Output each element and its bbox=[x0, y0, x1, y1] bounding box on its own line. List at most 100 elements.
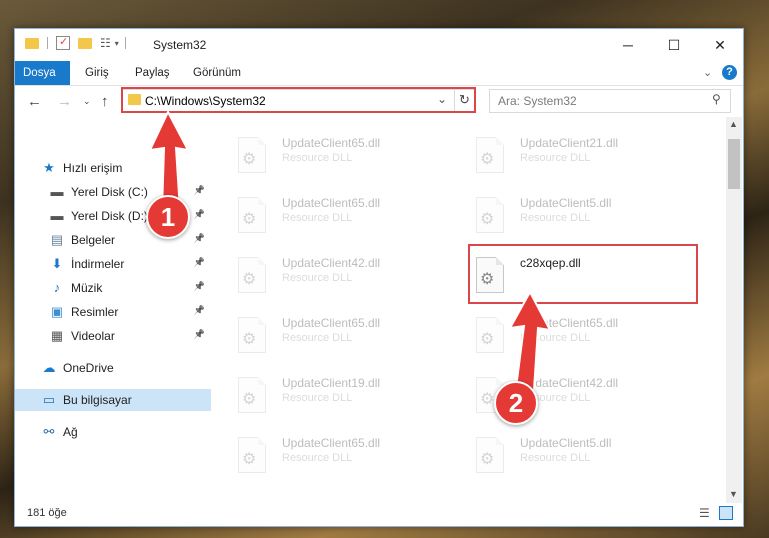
pictures-icon: ▣ bbox=[50, 304, 64, 319]
file-list: ⚙ UpdateClient65.dll Resource DLL ⚙ UpdateCl… bbox=[220, 117, 726, 497]
help-icon[interactable]: ? bbox=[722, 65, 737, 80]
file-description: Resource DLL bbox=[282, 452, 353, 464]
tab-view[interactable]: Görünüm bbox=[185, 61, 249, 85]
close-button[interactable]: ✕ bbox=[697, 29, 743, 61]
pin-icon[interactable]: 📌 bbox=[194, 281, 205, 292]
sidebar-item-6[interactable]: ▣ Resimler 📌 bbox=[15, 301, 211, 323]
folder-icon[interactable] bbox=[25, 37, 39, 49]
gear-icon: ⚙ bbox=[480, 451, 495, 468]
file-description: Resource DLL bbox=[282, 212, 353, 224]
scroll-up-icon[interactable]: ▲ bbox=[729, 119, 738, 129]
file-description: Resource DLL bbox=[282, 332, 353, 344]
sidebar-item-label: Videolar bbox=[71, 329, 115, 343]
search-box[interactable]: Ara: System32 ⚲ bbox=[489, 89, 731, 113]
tab-home[interactable]: Giriş bbox=[77, 61, 117, 85]
file-item[interactable]: ⚙ UpdateClient65.dll Resource DLL bbox=[220, 129, 440, 179]
tab-share[interactable]: Paylaş bbox=[127, 61, 178, 85]
view-options-icon[interactable]: ☷ bbox=[100, 36, 111, 50]
file-name: UpdateClient5.dll bbox=[520, 196, 612, 210]
gear-icon: ⚙ bbox=[480, 211, 495, 228]
gear-icon: ⚙ bbox=[480, 391, 495, 408]
file-item[interactable]: ⚙ UpdateClient19.dll Resource DLL bbox=[220, 369, 440, 419]
sidebar-item-9[interactable]: ▭ Bu bilgisayar bbox=[15, 389, 211, 411]
file-name: UpdateClient65.dll bbox=[282, 316, 381, 330]
file-name: UpdateClient65.dll bbox=[282, 436, 381, 450]
sidebar-item-label: Müzik bbox=[71, 281, 103, 295]
recent-locations-icon[interactable]: ⌄ bbox=[83, 96, 91, 107]
pin-icon[interactable]: 📌 bbox=[194, 305, 205, 316]
gear-icon: ⚙ bbox=[242, 211, 257, 228]
properties-icon[interactable]: ✓ bbox=[56, 36, 70, 50]
customize-dropdown-icon[interactable]: ▾ bbox=[115, 39, 119, 48]
file-name: UpdateClient21.dll bbox=[520, 136, 619, 150]
up-arrow-icon[interactable]: ↑ bbox=[101, 93, 109, 110]
file-item[interactable]: ⚙ UpdateClient5.dll Resource DLL bbox=[458, 429, 678, 479]
scroll-down-icon[interactable]: ▼ bbox=[729, 489, 738, 499]
sidebar-item-label: OneDrive bbox=[63, 361, 114, 375]
network-icon: ⚯ bbox=[43, 424, 55, 439]
drive-icon: ▬ bbox=[50, 184, 64, 199]
sidebar-item-label: İndirmeler bbox=[71, 257, 125, 271]
minimize-button[interactable]: ─ bbox=[605, 29, 651, 61]
step-badge-2: 2 bbox=[494, 381, 538, 425]
search-placeholder: Ara: System32 bbox=[498, 94, 577, 108]
search-icon[interactable]: ⚲ bbox=[712, 92, 721, 106]
file-name: UpdateClient19.dll bbox=[282, 376, 381, 390]
sidebar-item-label: Ağ bbox=[63, 425, 78, 439]
new-folder-icon[interactable] bbox=[78, 37, 92, 49]
dll-file-icon: ⚙ bbox=[476, 197, 504, 233]
file-item[interactable]: ⚙ UpdateClient42.dll Resource DLL bbox=[220, 249, 440, 299]
file-item[interactable]: ⚙ UpdateClient65.dll Resource DLL bbox=[220, 429, 440, 479]
file-item[interactable]: ⚙ UpdateClient65.dll Resource DLL bbox=[458, 309, 678, 359]
gear-icon: ⚙ bbox=[242, 451, 257, 468]
quick-access-toolbar: ✓ ☷ ▾ bbox=[25, 36, 126, 50]
pin-icon[interactable]: 📌 bbox=[194, 233, 205, 244]
videos-icon: ▦ bbox=[50, 328, 64, 343]
file-description: Resource DLL bbox=[520, 152, 591, 164]
sidebar-item-5[interactable]: ♪ Müzik 📌 bbox=[15, 277, 211, 299]
separator bbox=[124, 37, 126, 49]
details-view-icon[interactable]: ☰ bbox=[699, 506, 710, 520]
download-icon: ⬇ bbox=[51, 256, 63, 271]
dll-file-icon: ⚙ bbox=[476, 437, 504, 473]
dll-file-icon: ⚙ bbox=[238, 257, 266, 293]
file-item[interactable]: ⚙ UpdateClient65.dll Resource DLL bbox=[220, 189, 440, 239]
status-bar: 181 öğe ☰ bbox=[15, 503, 743, 525]
vertical-scrollbar[interactable]: ▲ ▼ bbox=[726, 117, 742, 503]
sidebar-item-label: Yerel Disk (D:) bbox=[71, 209, 148, 223]
window-title: System32 bbox=[153, 38, 207, 52]
pin-icon[interactable]: 📌 bbox=[194, 257, 205, 268]
pin-icon[interactable]: 📌 bbox=[194, 329, 205, 340]
forward-arrow-icon[interactable]: → bbox=[57, 93, 72, 110]
dll-file-icon: ⚙ bbox=[238, 437, 266, 473]
sidebar-item-10[interactable]: ⚯ Ağ bbox=[15, 421, 211, 443]
dll-file-icon: ⚙ bbox=[238, 317, 266, 353]
sidebar-item-8[interactable]: ☁ OneDrive bbox=[15, 357, 211, 379]
computer-icon: ▭ bbox=[42, 392, 56, 407]
maximize-button[interactable]: ☐ bbox=[651, 29, 697, 61]
expand-ribbon-icon[interactable]: ⌄ bbox=[703, 66, 712, 79]
file-item[interactable]: ⚙ UpdateClient65.dll Resource DLL bbox=[220, 309, 440, 359]
scroll-thumb[interactable] bbox=[728, 139, 740, 189]
large-icons-view-icon[interactable] bbox=[719, 506, 733, 520]
gear-icon: ⚙ bbox=[480, 151, 495, 168]
music-icon: ♪ bbox=[53, 280, 61, 295]
back-arrow-icon[interactable]: ← bbox=[27, 93, 42, 110]
file-item[interactable]: ⚙ UpdateClient5.dll Resource DLL bbox=[458, 189, 678, 239]
dll-file-icon: ⚙ bbox=[238, 377, 266, 413]
sidebar-item-4[interactable]: ⬇ İndirmeler 📌 bbox=[15, 253, 211, 275]
tab-file[interactable]: Dosya bbox=[15, 61, 70, 85]
sidebar-item-7[interactable]: ▦ Videolar 📌 bbox=[15, 325, 211, 347]
onedrive-icon: ☁ bbox=[42, 360, 56, 375]
dll-file-icon: ⚙ bbox=[238, 197, 266, 233]
star-icon: ★ bbox=[43, 160, 55, 175]
title-bar: ✓ ☷ ▾ System32 ─ ☐ ✕ bbox=[15, 29, 743, 61]
file-item[interactable]: ⚙ UpdateClient21.dll Resource DLL bbox=[458, 129, 678, 179]
gear-icon: ⚙ bbox=[242, 271, 257, 288]
file-description: Resource DLL bbox=[520, 452, 591, 464]
file-name: UpdateClient65.dll bbox=[282, 196, 381, 210]
documents-icon: ▤ bbox=[50, 232, 64, 247]
drive-icon: ▬ bbox=[50, 208, 64, 223]
file-item[interactable]: ⚙ UpdateClient42.dll Resource DLL bbox=[458, 369, 678, 419]
navigation-bar: ← → ⌄ ↑ C:\Windows\System32 ⌄ ↻ Ara: Sys… bbox=[15, 86, 743, 116]
